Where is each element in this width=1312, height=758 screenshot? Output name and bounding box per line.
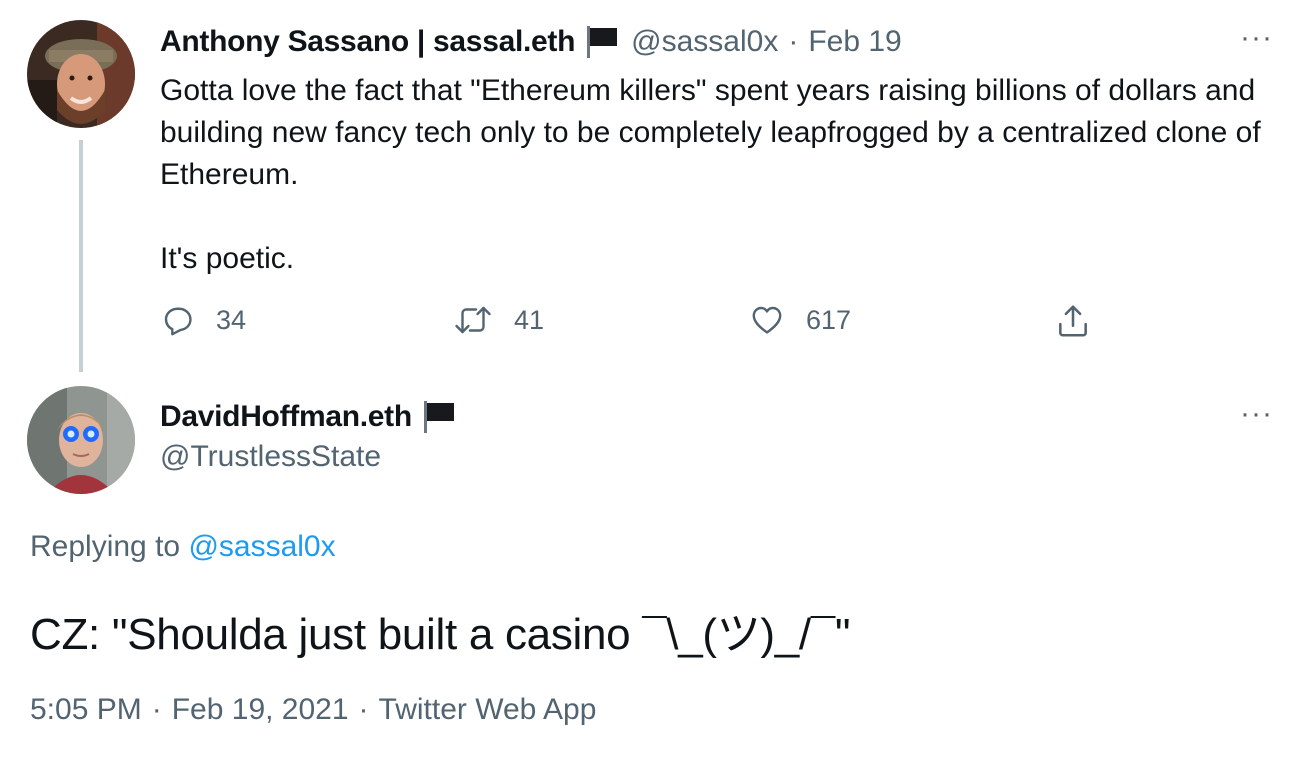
tweet-text: Gotta love the fact that "Ethereum kille… [160, 70, 1290, 280]
replying-to-link[interactable]: @sassal0x [188, 530, 335, 563]
tweet-metadata: 5:05 PM · Feb 19, 2021 · Twitter Web App [30, 693, 596, 727]
black-flag-icon [585, 26, 619, 58]
author-handle[interactable]: @sassal0x [631, 25, 778, 59]
tweet-date[interactable]: Feb 19 [808, 25, 901, 59]
tweet-time[interactable]: 5:05 PM [30, 693, 142, 726]
more-options-icon[interactable]: ··· [1240, 23, 1273, 53]
thread-connector-line [79, 140, 83, 372]
retweet-count: 41 [514, 304, 545, 335]
replying-to: Replying to @sassal0x [30, 530, 336, 564]
author-name[interactable]: DavidHoffman.eth [160, 400, 412, 434]
avatar-david-hoffman[interactable] [27, 386, 135, 494]
reply-count: 34 [216, 304, 247, 335]
replying-prefix: Replying to [30, 530, 181, 563]
tweet-text-paragraph: Gotta love the fact that "Ethereum kille… [160, 74, 1261, 191]
header-separator: · [788, 25, 799, 58]
reply-icon [160, 302, 196, 338]
like-button[interactable]: 617 [748, 302, 851, 338]
tweet-text: CZ: "Shoulda just built a casino ¯\_(ツ)_… [30, 610, 851, 659]
more-options-icon[interactable]: ··· [1240, 399, 1273, 429]
author-name[interactable]: Anthony Sassano | sassal.eth [160, 25, 575, 59]
tweet-text-paragraph: It's poetic. [160, 242, 295, 275]
tweet-source[interactable]: Twitter Web App [379, 693, 597, 726]
tweet-full-date[interactable]: Feb 19, 2021 [172, 693, 349, 726]
like-count: 617 [806, 304, 852, 335]
avatar-anthony-sassano[interactable] [27, 20, 135, 128]
retweet-icon [452, 302, 494, 338]
retweet-button[interactable]: 41 [452, 302, 544, 338]
share-button[interactable] [1054, 302, 1092, 340]
tweet-header: Anthony Sassano | sassal.eth @sassal0x ·… [160, 22, 902, 62]
tweet-header: DavidHoffman.eth [160, 396, 468, 438]
reply-button[interactable]: 34 [160, 302, 246, 338]
meta-separator: · [358, 693, 369, 726]
author-handle[interactable]: @TrustlessState [160, 440, 381, 474]
share-icon [1054, 302, 1092, 340]
meta-separator: · [151, 693, 162, 726]
black-flag-icon [422, 401, 456, 433]
heart-icon [748, 302, 786, 338]
